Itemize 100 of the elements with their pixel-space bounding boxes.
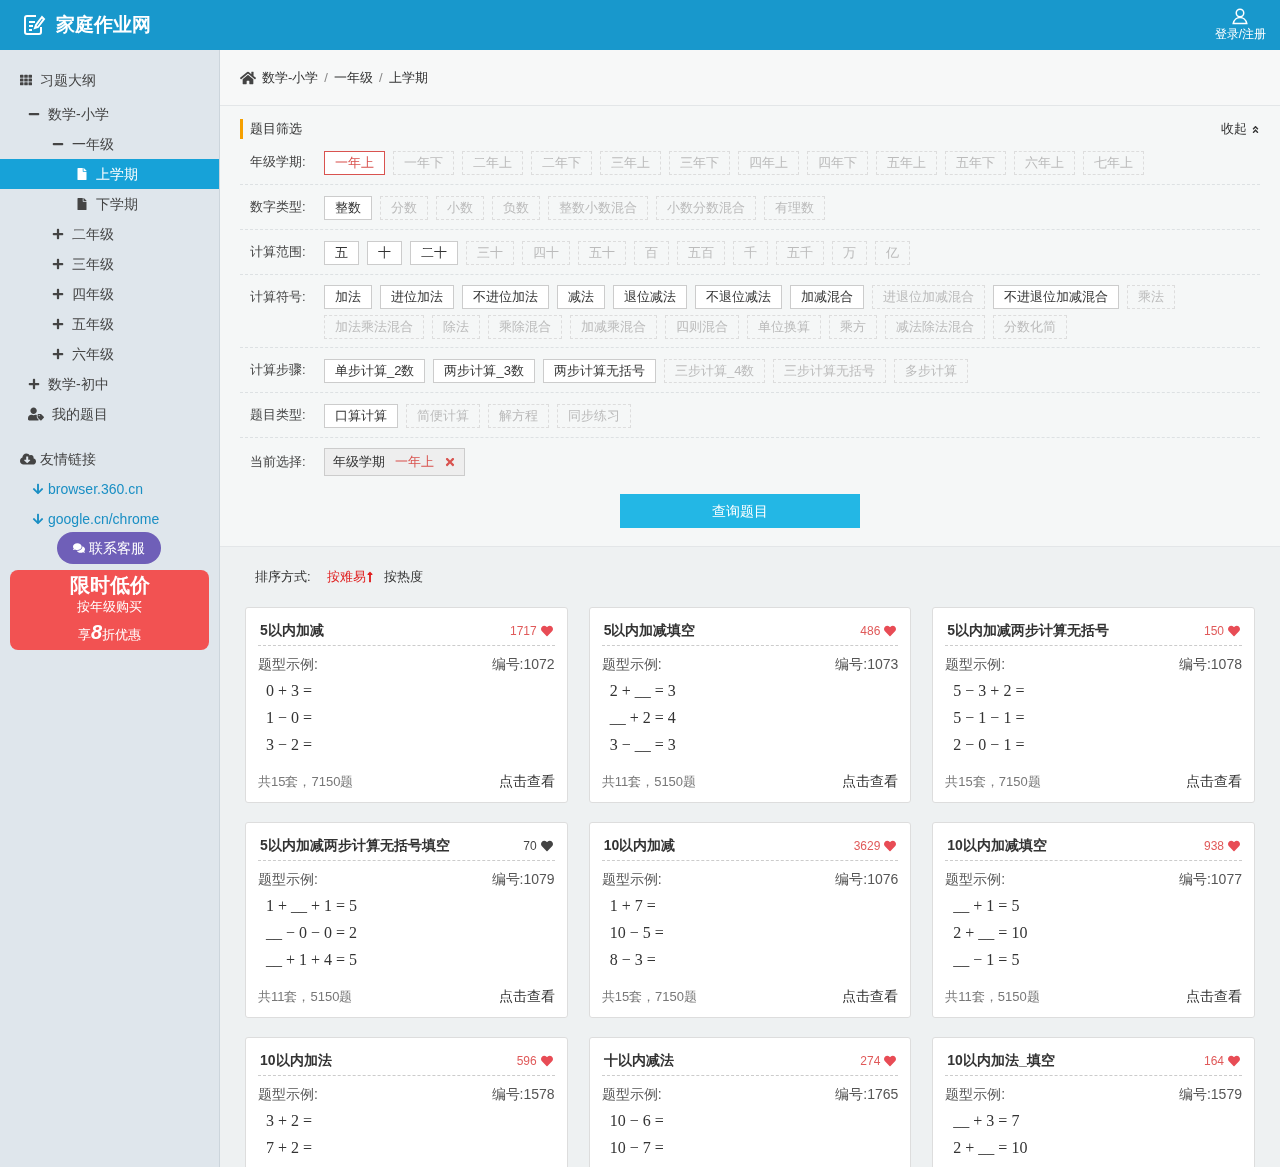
tag-name: 年级学期 xyxy=(333,453,385,472)
service-button[interactable]: 联系客服 xyxy=(57,532,161,564)
filter-option[interactable]: 加法 xyxy=(324,285,372,309)
filter-option[interactable]: 进位加法 xyxy=(380,285,454,309)
filter-option[interactable]: 二十 xyxy=(410,241,458,265)
view-link[interactable]: 点击查看 xyxy=(498,986,555,1007)
site-logo[interactable]: 家庭作业网 xyxy=(56,10,151,40)
friend-link[interactable]: google.cn/chrome xyxy=(48,508,160,530)
home-icon[interactable] xyxy=(240,69,256,86)
tree-item[interactable]: 三年级 xyxy=(0,249,219,279)
promo-discount: 享8折优惠 xyxy=(77,620,142,645)
example-formula: __ + 1 + 4 = 5 xyxy=(266,950,359,970)
card-summary: 共15套，7150题 xyxy=(945,772,1041,791)
card-code: 编号:1072 xyxy=(491,655,555,674)
plus-icon[interactable] xyxy=(52,288,64,300)
example-formula: 2 − 0 − 1 = xyxy=(953,735,1026,755)
plus-icon[interactable] xyxy=(52,348,64,360)
heart-icon[interactable] xyxy=(540,839,553,852)
tree-item[interactable]: 数学-小学 xyxy=(0,99,219,129)
collapse-button[interactable]: 收起 xyxy=(1221,119,1260,139)
example-label: 题型示例: xyxy=(945,870,1006,889)
card-title: 10以内加减 xyxy=(603,836,676,855)
example-label: 题型示例: xyxy=(258,655,318,674)
card-title: 5以内加减填空 xyxy=(603,621,696,640)
example-label: 题型示例: xyxy=(258,870,318,889)
example-formula: 10 − 5 = xyxy=(609,923,665,943)
filter-option[interactable]: 十 xyxy=(367,241,402,265)
grid-icon xyxy=(20,74,32,86)
view-link[interactable]: 点击查看 xyxy=(842,986,899,1007)
example-label: 题型示例: xyxy=(601,655,662,674)
breadcrumb-link[interactable]: 上学期 xyxy=(388,67,428,88)
tree-item[interactable]: 二年级 xyxy=(0,219,219,249)
example-formula: 10 − 6 = xyxy=(609,1111,665,1131)
double-up-icon xyxy=(1251,124,1260,134)
card-summary: 共11套，5150题 xyxy=(258,987,353,1006)
breadcrumb-link[interactable]: 一年级 xyxy=(333,67,373,88)
filter-option[interactable]: 不退位减法 xyxy=(695,285,782,309)
filter-option[interactable]: 退位减法 xyxy=(613,285,687,309)
file-icon xyxy=(76,168,88,180)
example-formula: __ − 1 = 5 xyxy=(953,950,1021,970)
filter-label: 当前选择: xyxy=(250,453,307,472)
tree-item[interactable]: 我的题目 xyxy=(0,399,219,429)
filter-option[interactable]: 减法 xyxy=(557,285,605,309)
example-formula: 2 + __ = 10 xyxy=(953,923,1029,943)
example-formula: 5 − 1 − 1 = xyxy=(953,708,1026,728)
card-summary: 共11套，5150题 xyxy=(601,772,697,791)
view-link[interactable]: 点击查看 xyxy=(842,771,899,792)
example-formula: 10 − 7 = xyxy=(609,1138,665,1158)
view-link[interactable]: 点击查看 xyxy=(498,771,555,792)
tree-item[interactable]: 一年级 xyxy=(0,129,219,159)
arrow-up-icon xyxy=(365,571,374,583)
login-button[interactable]: 登录/注册 xyxy=(1214,7,1266,43)
filter-option[interactable]: 不进位加法 xyxy=(462,285,549,309)
query-button[interactable]: 查询题目 xyxy=(620,494,860,528)
card-title: 5以内加减 xyxy=(260,621,324,640)
example-formula: 1 − 0 = xyxy=(266,708,314,728)
promo-banner[interactable]: 限时低价 按年级购买 享8折优惠 xyxy=(10,570,209,650)
example-formula: 3 − 2 = xyxy=(266,735,314,755)
file-icon xyxy=(76,198,88,210)
card-code: 编号:1073 xyxy=(835,655,899,674)
tree-item[interactable]: 四年级 xyxy=(0,279,219,309)
card-summary: 共15套，7150题 xyxy=(258,772,354,791)
plus-icon[interactable] xyxy=(52,228,64,240)
sidebar-title: 习题大纲 xyxy=(40,70,96,90)
plus-icon[interactable] xyxy=(52,318,64,330)
arrow-down-icon xyxy=(32,483,44,495)
tree-item[interactable]: 五年级 xyxy=(0,309,219,339)
filter-option[interactable]: 不进退位加减混合 xyxy=(993,285,1119,309)
cloud-download-icon xyxy=(20,451,36,467)
filter-option[interactable]: 一年上 xyxy=(324,151,385,175)
links-title: 友情链接 xyxy=(40,449,96,469)
promo-title: 限时低价 xyxy=(69,573,150,597)
filter-option[interactable]: 单步计算_2数 xyxy=(324,359,426,383)
close-icon[interactable] xyxy=(444,456,456,468)
example-formula: 7 + 2 = xyxy=(266,1138,314,1158)
tree-item[interactable]: 六年级 xyxy=(0,339,219,369)
breadcrumb-separator: / xyxy=(378,68,383,87)
filter-option[interactable]: 两步计算无括号 xyxy=(542,359,656,383)
plus-icon[interactable] xyxy=(52,258,64,270)
filter-label: 数字类型: xyxy=(250,198,307,216)
view-link[interactable]: 点击查看 xyxy=(1186,986,1242,1007)
tree-item[interactable]: 下学期 xyxy=(0,189,219,219)
filter-option[interactable]: 整数 xyxy=(324,196,372,220)
filter-option[interactable]: 五 xyxy=(324,241,359,265)
plus-icon[interactable] xyxy=(28,378,40,390)
tree-item[interactable]: 上学期 xyxy=(0,159,219,189)
view-link[interactable]: 点击查看 xyxy=(1186,771,1242,792)
example-formula: 1 + 7 = xyxy=(609,896,657,916)
sort-option[interactable]: 按热度 xyxy=(383,567,423,587)
tag-value: 一年上 xyxy=(395,453,434,472)
filter-option[interactable]: 加减混合 xyxy=(790,285,864,309)
sort-option[interactable]: 按难易 xyxy=(326,567,374,587)
homework-logo-icon xyxy=(22,13,46,37)
filter-option[interactable]: 口算计算 xyxy=(324,404,398,428)
tree-item[interactable]: 数学-初中 xyxy=(0,369,219,399)
like-count: 274 xyxy=(860,1052,881,1070)
friend-link[interactable]: browser.360.cn xyxy=(48,478,143,500)
card-summary: 共15套，7150题 xyxy=(601,987,698,1006)
filter-option[interactable]: 两步计算_3数 xyxy=(433,359,535,383)
breadcrumb-link[interactable]: 数学-小学 xyxy=(262,67,319,88)
